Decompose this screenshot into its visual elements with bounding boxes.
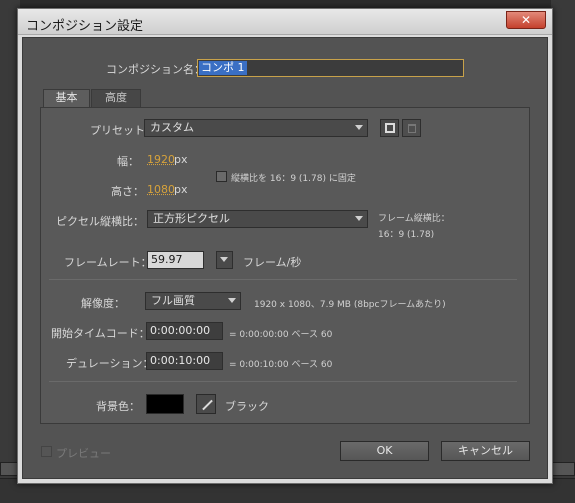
ok-button[interactable]: OK xyxy=(340,441,429,461)
height-label: 高さ： xyxy=(111,185,144,198)
background-app-right xyxy=(551,0,575,503)
start-timecode-info: = 0:00:00:00 ベース 60 xyxy=(229,330,333,340)
divider xyxy=(49,279,517,280)
preset-value: カスタム xyxy=(150,121,194,134)
eyedropper-icon xyxy=(202,399,213,411)
duration-info: = 0:00:10:00 ベース 60 xyxy=(229,360,333,370)
frame-rate-unit: フレーム/秒 xyxy=(243,256,302,269)
eyedropper-button[interactable] xyxy=(196,394,216,414)
pixel-aspect-dropdown[interactable]: 正方形ピクセル xyxy=(147,210,368,228)
height-unit: px xyxy=(174,183,188,196)
background-color-label: 背景色： xyxy=(96,400,140,413)
height-value[interactable]: 1080 xyxy=(147,183,175,196)
title-bar[interactable]: コンポジション設定 ✕ xyxy=(18,9,552,35)
start-timecode-label: 開始タイムコード： xyxy=(51,327,150,340)
comp-name-value: コンポ 1 xyxy=(199,61,247,75)
width-value[interactable]: 1920 xyxy=(147,153,175,166)
lock-aspect-label: 縦横比を 16：9 (1.78) に固定 xyxy=(231,174,356,184)
cancel-button[interactable]: キャンセル xyxy=(441,441,530,461)
resolution-info: 1920 x 1080、7.9 MB (8bpcフレームあたり) xyxy=(254,300,446,310)
duration-input[interactable]: 0:00:10:00 xyxy=(146,352,223,370)
pixel-aspect-value: 正方形ピクセル xyxy=(153,212,230,225)
frame-rate-label: フレームレート： xyxy=(64,256,152,269)
close-button[interactable]: ✕ xyxy=(506,11,546,29)
background-color-swatch[interactable] xyxy=(146,394,184,414)
frame-rate-dropdown[interactable] xyxy=(216,251,233,269)
preview-checkbox[interactable] xyxy=(41,446,52,457)
background-color-name: ブラック xyxy=(225,400,269,413)
trash-icon xyxy=(408,124,416,133)
window-title: コンポジション設定 xyxy=(26,19,144,34)
divider xyxy=(49,381,517,382)
save-preset-button[interactable] xyxy=(380,119,399,137)
resolution-value: フル画質 xyxy=(151,294,195,307)
chevron-down-icon xyxy=(220,257,228,262)
comp-name-label: コンポジション名： xyxy=(106,63,205,76)
width-label: 幅： xyxy=(117,155,139,168)
delete-preset-button[interactable] xyxy=(402,119,421,137)
frame-aspect-label: フレーム縦横比： xyxy=(378,214,450,224)
tab-basic[interactable]: 基本 xyxy=(43,89,90,107)
chevron-down-icon xyxy=(355,125,363,130)
chevron-down-icon xyxy=(355,216,363,221)
start-timecode-input[interactable]: 0:00:00:00 xyxy=(146,322,223,340)
resolution-dropdown[interactable]: フル画質 xyxy=(145,292,241,310)
composition-settings-dialog: コンポジション設定 ✕ コンポジション名： コンポ 1 基本 高度 プリセット：… xyxy=(17,8,553,484)
resolution-label: 解像度： xyxy=(81,297,125,310)
tab-advanced[interactable]: 高度 xyxy=(91,89,141,107)
preset-dropdown[interactable]: カスタム xyxy=(144,119,368,137)
duration-label: デュレーション： xyxy=(66,357,154,370)
background-toolbar-right xyxy=(551,462,575,476)
pixel-aspect-label: ピクセル縦横比： xyxy=(56,215,144,228)
width-unit: px xyxy=(174,153,188,166)
frame-aspect-value: 16：9 (1.78) xyxy=(378,230,435,240)
save-icon xyxy=(385,123,395,133)
frame-rate-input[interactable]: 59.97 xyxy=(147,251,204,269)
chevron-down-icon xyxy=(228,298,236,303)
preview-label: プレビュー xyxy=(56,447,111,460)
lock-aspect-checkbox[interactable] xyxy=(216,171,227,182)
comp-name-input[interactable]: コンポ 1 xyxy=(197,59,464,77)
